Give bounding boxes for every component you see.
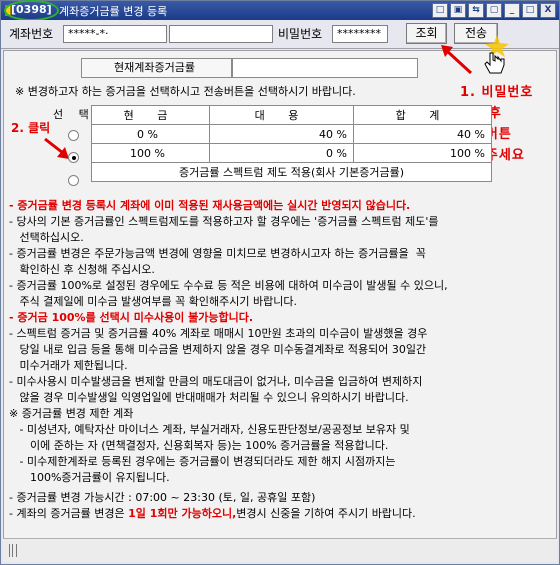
hand-cursor-icon (484, 35, 509, 74)
cell-cash: 100 % (91, 143, 210, 163)
select-column-header: 선 택 (53, 108, 95, 121)
title-bar-buttons: □ ▣ ⇆ ▢ _ □ X (432, 3, 556, 18)
close-button[interactable]: X (540, 3, 556, 18)
screen-code-highlight (4, 0, 59, 21)
title-bar: [0398] 계좌증거금률 변경 등록 □ ▣ ⇆ ▢ _ □ X (1, 0, 559, 21)
current-margin-label: 현재계좌증거금률 (81, 58, 232, 78)
guide-text: ※ 변경하고자 하는 증거금을 선택하시고 전송버튼을 선택하시기 바랍니다. (15, 85, 356, 98)
note-line: - 증거금률 변경 가능시간 : 07:00 ~ 23:30 (토, 일, 공휴… (9, 491, 316, 504)
note-line: - 미수사용시 미수발생금을 변제할 만큼의 매도대금이 없거나, 미수금을 입… (9, 375, 423, 388)
minimize-button[interactable]: _ (504, 3, 520, 18)
notes-section: - 증거금률 변경 등록시 계좌에 이미 적용된 재사용금액에는 실시간 반영되… (9, 198, 554, 522)
note-line: - 증거금 100%를 선택시 미수사용이 불가능합니다. (9, 311, 254, 324)
note-line: - 미수제한계좌로 등록된 경우에는 증거금률이 변경되더라도 제한 해지 시점… (9, 455, 396, 468)
note-line: - 증거금률 변경 등록시 계좌에 이미 적용된 재사용금액에는 실시간 반영되… (9, 199, 411, 212)
window-icon-button-1[interactable]: □ (432, 3, 448, 18)
note-line: 100%증거금률이 유지됩니다. (9, 471, 170, 484)
cell-total: 40 % (353, 124, 492, 144)
account-input[interactable]: *****-*· (63, 25, 167, 43)
radio-option-2[interactable] (68, 152, 79, 163)
arrow-to-query-icon (441, 45, 473, 75)
note-line: - 스펙트럼 증거금 및 증거금률 40% 계좌로 매매시 10만원 초과의 미… (9, 327, 428, 340)
window-icon-button-2[interactable]: ▣ (450, 3, 466, 18)
note-line: 미수거래가 제한됩니다. (9, 359, 128, 372)
account-label: 계좌번호 (9, 27, 54, 41)
window-title: 계좌증거금률 변경 등록 (59, 5, 168, 18)
status-grip-icon[interactable] (9, 544, 17, 557)
col-substitute-header: 대 용 (209, 105, 354, 125)
note-line: - 당사의 기본 증거금률인 스펙트럼제도를 적용하고자 할 경우에는 '증거금… (9, 215, 439, 228)
step1-line: 1. 비밀번호 (460, 85, 534, 100)
window: [0398] 계좌증거금률 변경 등록 □ ▣ ⇆ ▢ _ □ X 계좌번호 *… (0, 0, 560, 565)
note-highlight: 1일 1회만 가능하오니, (128, 507, 237, 520)
account-name-field (169, 25, 273, 43)
note-line: 않을 경우 미수발생일 익영업일에 반대매매가 처리될 수 있으니 유의하시기 … (9, 391, 409, 404)
step2-annotation: 2. 클릭 (11, 121, 51, 135)
cell-substitute: 0 % (209, 143, 354, 163)
cell-total: 100 % (353, 143, 492, 163)
note-line: 당일 내로 입금 등을 통해 미수금을 변제하지 않을 경우 미수동결계좌로 적… (9, 343, 427, 356)
note-line: 주식 결제일에 미수금 발생여부를 꼭 확인해주시기 바랍니다. (9, 295, 297, 308)
cell-substitute: 40 % (209, 124, 354, 144)
col-cash-header: 현 금 (91, 105, 210, 125)
margin-rate-table: 현 금 대 용 합 계 0 % 40 % 40 % 100 % 0 % 100 … (91, 105, 492, 182)
current-margin-value (232, 58, 418, 78)
note-line: ※ 증거금률 변경 제한 계좌 (9, 407, 134, 420)
note-line: - 증거금률 변경은 주문가능금액 변경에 영향을 미치므로 변경하시고자 하는… (9, 247, 426, 260)
password-input[interactable]: ******** (332, 25, 388, 43)
note-line: 이에 준하는 자 (면책결정자, 신용회복자 등)는 100% 증거금률을 적용… (9, 439, 389, 452)
note-line-limit: - 계좌의 증거금률 변경은 1일 1회만 가능하오니,변경시 신중을 기하여 … (9, 506, 554, 522)
status-bar (3, 538, 557, 562)
note-line: 선택하십시오. (9, 231, 84, 244)
note-line-part: - 계좌의 증거금률 변경은 (9, 507, 129, 520)
maximize-button[interactable]: □ (522, 3, 538, 18)
col-total-header: 합 계 (353, 105, 492, 125)
table-row[interactable]: 0 % 40 % 40 % (91, 124, 492, 144)
note-line-part: 변경시 신중을 기하여 주시기 바랍니다. (236, 507, 416, 520)
note-line: - 미성년자, 예탁자산 마이너스 계좌, 부실거래자, 신용도판단정보/공공정… (9, 423, 410, 436)
window-icon-button-4[interactable]: ▢ (486, 3, 502, 18)
cell-spectrum: 증거금률 스펙트럼 제도 적용(회사 기본증거금률) (91, 162, 492, 182)
radio-option-1[interactable] (68, 130, 79, 141)
table-header-row: 현 금 대 용 합 계 (91, 105, 492, 125)
note-line: - 증거금률 100%로 설정된 경우에도 수수료 등 적은 비용에 대하여 미… (9, 279, 448, 292)
password-label: 비밀번호 (278, 27, 323, 41)
table-row-spectrum[interactable]: 증거금률 스펙트럼 제도 적용(회사 기본증거금률) (91, 162, 492, 182)
note-line: 확인하신 후 신청해 주십시오. (9, 263, 155, 276)
radio-option-spectrum[interactable] (68, 175, 79, 186)
link-icon[interactable]: ⇆ (468, 3, 484, 18)
table-row[interactable]: 100 % 0 % 100 % (91, 143, 492, 163)
cell-cash: 0 % (91, 124, 210, 144)
